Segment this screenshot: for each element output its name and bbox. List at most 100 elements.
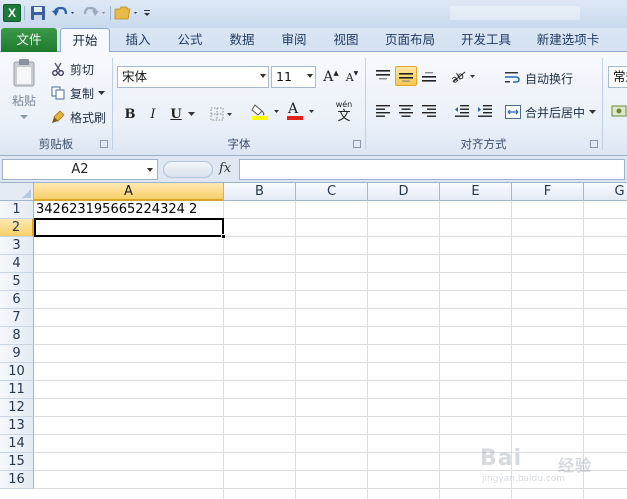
font-size-value: 11	[276, 69, 292, 84]
fill-handle[interactable]	[221, 234, 226, 239]
grow-font-button[interactable]: A ▲	[320, 67, 342, 87]
underline-button[interactable]: U	[165, 104, 187, 124]
tab-file[interactable]: 文件	[1, 28, 57, 52]
group-divider	[602, 58, 603, 150]
clipboard-launcher-icon[interactable]	[100, 140, 108, 148]
tab-new-tab[interactable]: 新建选项卡	[530, 28, 606, 52]
tab-developer[interactable]: 开发工具	[454, 28, 518, 52]
formula-input[interactable]	[239, 159, 625, 180]
tab-page-layout[interactable]: 页面布局	[378, 28, 442, 52]
select-all-icon	[22, 189, 31, 198]
gridline	[367, 201, 368, 499]
font-name-select[interactable]: 宋体	[117, 66, 269, 88]
column-header-e[interactable]: E	[440, 183, 512, 201]
copy-button[interactable]: 复制	[50, 83, 106, 103]
number-format-select[interactable]: 常规	[608, 66, 627, 88]
row-header-9[interactable]: 9	[0, 345, 34, 363]
phonetic-button[interactable]: wén 文	[328, 98, 360, 126]
font-launcher-icon[interactable]	[353, 140, 361, 148]
copy-icon	[50, 85, 66, 101]
qat-divider	[24, 6, 25, 20]
borders-button[interactable]	[209, 104, 237, 124]
select-all-button[interactable]	[0, 183, 34, 201]
row-header-12[interactable]: 12	[0, 399, 34, 417]
gridline	[34, 254, 627, 255]
format-painter-button[interactable]: 格式刷	[50, 107, 106, 127]
chevron-down-icon	[20, 115, 28, 119]
increase-indent-button[interactable]	[474, 101, 496, 121]
cell-a1[interactable]: 342623195665224324 2	[34, 201, 224, 219]
caret-down-icon: ▼	[353, 69, 359, 77]
chevron-down-icon	[260, 74, 266, 78]
wrap-text-button[interactable]: 自动换行	[505, 68, 573, 88]
font-color-button[interactable]: A	[285, 101, 319, 122]
text-orientation-icon: ab	[450, 70, 475, 83]
tab-home[interactable]: 开始	[60, 28, 110, 53]
column-header-c[interactable]: C	[296, 183, 368, 201]
row-header-10[interactable]: 10	[0, 363, 34, 381]
align-bottom-icon	[422, 72, 436, 82]
row-header-16[interactable]: 16	[0, 471, 34, 489]
align-middle-button[interactable]	[395, 66, 417, 86]
chevron-down-icon	[187, 111, 195, 116]
cut-button[interactable]: 剪切	[50, 59, 94, 79]
row-header-15[interactable]: 15	[0, 453, 34, 471]
column-header-f[interactable]: F	[512, 183, 584, 201]
row-header-1[interactable]: 1	[0, 201, 34, 219]
row-header-5[interactable]: 5	[0, 273, 34, 291]
column-header-b[interactable]: B	[224, 183, 296, 201]
row-header-3[interactable]: 3	[0, 237, 34, 255]
font-size-select[interactable]: 11	[271, 66, 316, 88]
watermark-brand: Bai	[480, 446, 523, 471]
save-icon[interactable]	[29, 4, 47, 22]
orientation-button[interactable]: ab	[449, 66, 479, 86]
column-header-a[interactable]: A	[34, 183, 224, 201]
active-cell-a2[interactable]	[34, 218, 226, 239]
alignment-launcher-icon[interactable]	[590, 140, 598, 148]
column-header-g[interactable]: G	[584, 183, 627, 201]
tab-formulas[interactable]: 公式	[170, 28, 210, 52]
tab-data[interactable]: 数据	[222, 28, 262, 52]
accounting-format-button[interactable]	[610, 101, 627, 121]
customize-qat-icon[interactable]	[142, 4, 152, 22]
row-header-7[interactable]: 7	[0, 309, 34, 327]
watermark-suffix: 经验	[558, 456, 593, 475]
row-header-4[interactable]: 4	[0, 255, 34, 273]
row-header-13[interactable]: 13	[0, 417, 34, 435]
column-header-d[interactable]: D	[368, 183, 440, 201]
fill-color-button[interactable]	[250, 102, 284, 122]
paintbrush-icon	[50, 109, 66, 125]
name-box-value: A2	[71, 162, 89, 177]
row-header-6[interactable]: 6	[0, 291, 34, 309]
tab-view[interactable]: 视图	[326, 28, 366, 52]
wrap-text-label: 自动换行	[525, 71, 574, 86]
merge-center-button[interactable]: 合并后居中	[505, 102, 597, 122]
align-center-button[interactable]	[395, 101, 417, 121]
align-top-button[interactable]	[372, 66, 394, 86]
row-header-8[interactable]: 8	[0, 327, 34, 345]
row-header-14[interactable]: 14	[0, 435, 34, 453]
paste-button[interactable]: 粘贴	[6, 58, 42, 130]
undo-icon[interactable]	[50, 4, 78, 22]
worksheet-grid[interactable]: A B C D E F G 1 2 3 4 5 6 7 8 9 10 11 12…	[0, 183, 627, 499]
bold-button[interactable]: B	[119, 104, 141, 124]
align-bottom-button[interactable]	[418, 66, 440, 86]
tab-review[interactable]: 审阅	[274, 28, 314, 52]
name-box[interactable]: A2	[2, 159, 158, 180]
row-header-2[interactable]: 2	[0, 219, 34, 237]
tab-insert[interactable]: 插入	[118, 28, 158, 52]
decrease-indent-button[interactable]	[451, 101, 473, 121]
underline-dropdown[interactable]	[186, 104, 196, 124]
open-folder-icon[interactable]	[113, 4, 141, 22]
formula-bar-resize-handle[interactable]	[163, 161, 213, 178]
watermark-url: jingyan.baidu.com	[482, 474, 566, 484]
insert-function-button[interactable]: fx	[219, 159, 237, 179]
excel-logo-icon[interactable]: X	[3, 4, 21, 22]
redo-icon[interactable]	[81, 4, 109, 22]
align-left-button[interactable]	[372, 101, 394, 121]
shrink-font-button[interactable]: A ▼	[341, 67, 363, 87]
row-header-11[interactable]: 11	[0, 381, 34, 399]
merge-cells-icon	[505, 104, 521, 120]
align-right-button[interactable]	[418, 101, 440, 121]
italic-button[interactable]: I	[142, 104, 164, 124]
